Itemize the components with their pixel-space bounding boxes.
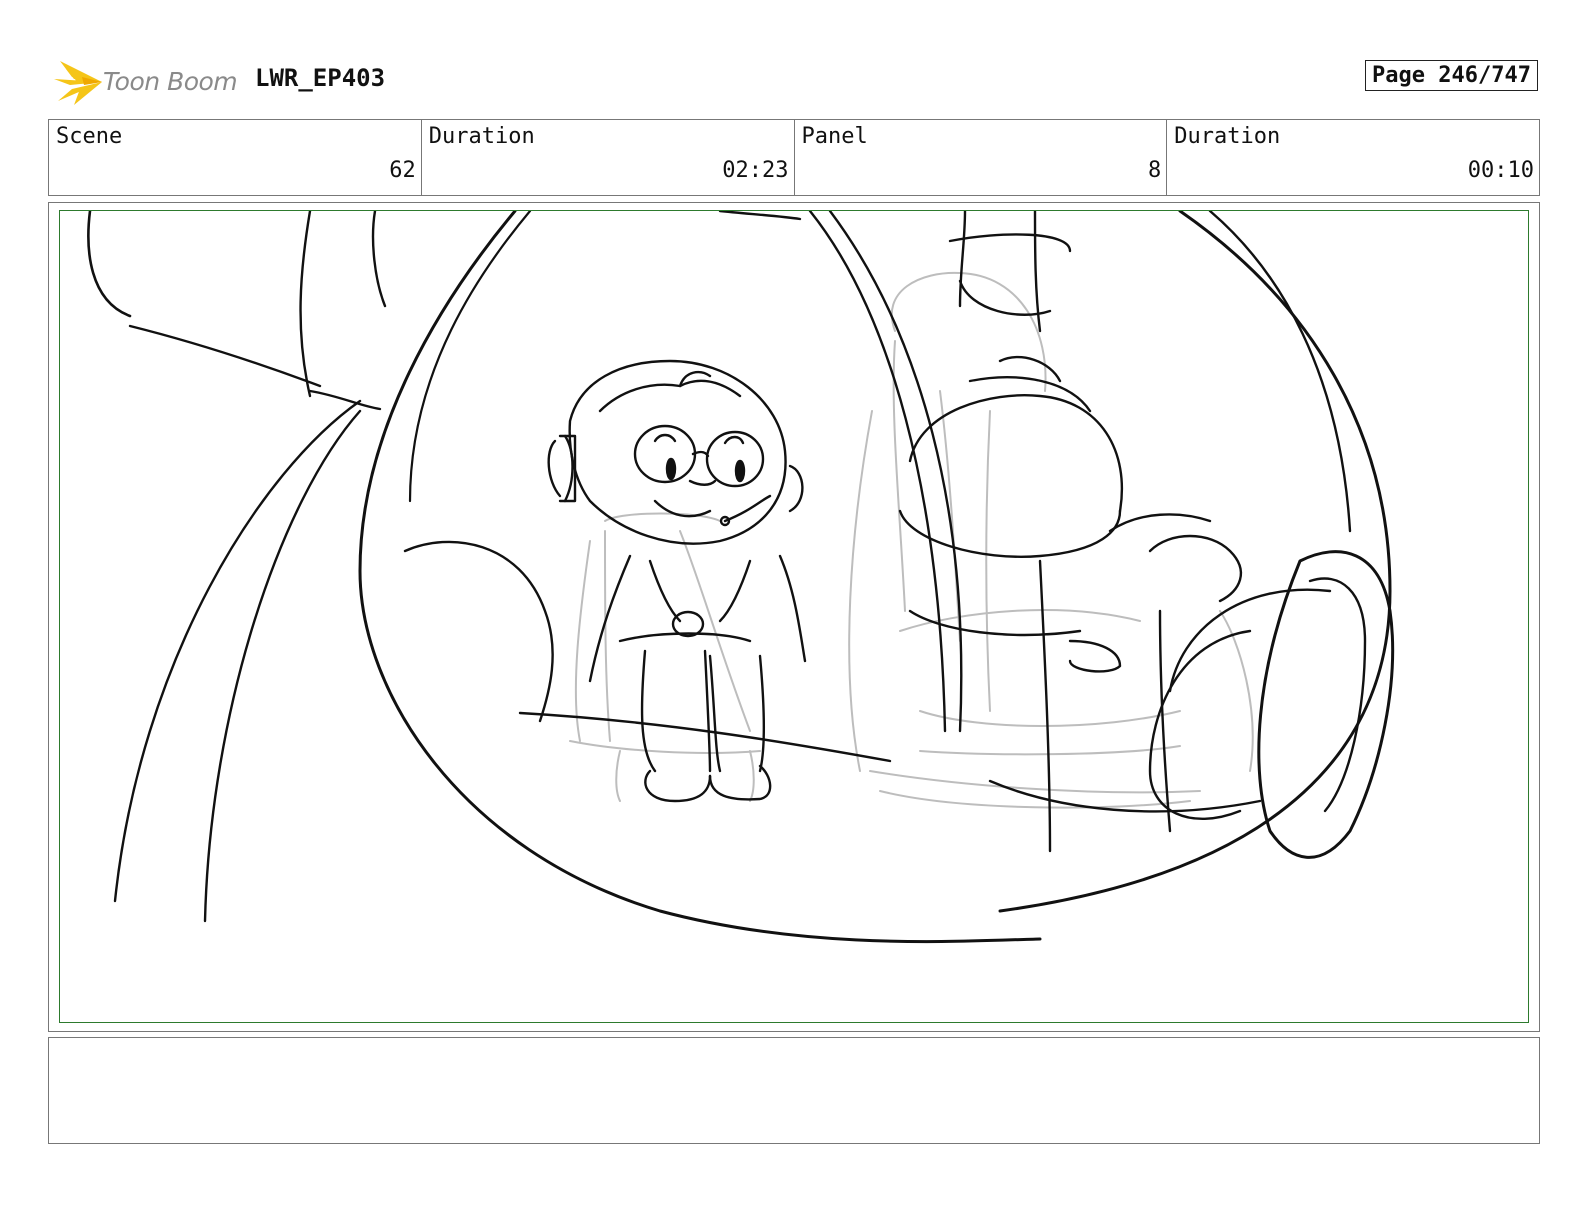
project-title: LWR_EP403: [255, 64, 386, 92]
scene-value: 62: [389, 158, 416, 183]
storyboard-panel: [48, 202, 1540, 1032]
panel-cell: Panel 8: [795, 120, 1168, 195]
scene-label: Scene: [56, 124, 123, 149]
panel-sketch: [87, 211, 1395, 944]
safe-area-frame: [59, 210, 1529, 1023]
logo-text: Toon Boom: [103, 67, 238, 96]
scene-duration-label: Duration: [428, 124, 535, 149]
toon-boom-logo: Toon Boom: [50, 55, 245, 110]
toon-boom-burst-icon: [54, 61, 102, 105]
panel-duration-value: 00:10: [1467, 158, 1534, 183]
panel-notes-box: [48, 1037, 1540, 1144]
panel-duration-cell: Duration 00:10: [1167, 120, 1539, 195]
panel-duration-label: Duration: [1174, 124, 1281, 149]
scene-info-table: Scene 62 Duration 02:23 Panel 8 Duration…: [48, 119, 1540, 196]
panel-label: Panel: [801, 124, 868, 149]
scene-duration-cell: Duration 02:23: [422, 120, 795, 195]
page-indicator: Page 246/747: [1365, 60, 1538, 91]
character-sketch-lines: [87, 211, 1395, 944]
scene-cell: Scene 62: [49, 120, 422, 195]
panel-value: 8: [1148, 158, 1162, 183]
page-header: Toon Boom LWR_EP403 Page 246/747: [50, 55, 1540, 110]
scene-duration-value: 02:23: [722, 158, 789, 183]
